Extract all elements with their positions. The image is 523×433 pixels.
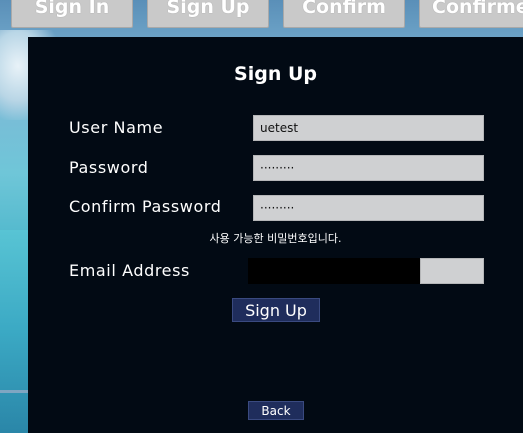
signup-panel: Sign Up User Name Password Confirm Passw…: [28, 37, 523, 433]
tab-confirm[interactable]: Confirm: [283, 0, 405, 28]
email-field-visible[interactable]: [420, 258, 484, 284]
background-pier: [0, 390, 30, 393]
password-valid-hint: 사용 가능한 비밀번호입니다.: [209, 232, 342, 245]
tab-confirmed[interactable]: Confirmed: [419, 0, 523, 28]
email-redaction: [248, 258, 420, 284]
tab-sign-up[interactable]: Sign Up: [147, 0, 269, 28]
confirm-password-label: Confirm Password: [69, 197, 222, 216]
username-field[interactable]: [253, 115, 484, 141]
confirm-password-field[interactable]: [253, 195, 484, 221]
back-button[interactable]: Back: [248, 401, 304, 420]
email-label: Email Address: [69, 261, 190, 280]
password-field[interactable]: [253, 155, 484, 181]
sign-up-button[interactable]: Sign Up: [232, 298, 320, 322]
email-field[interactable]: [248, 258, 484, 284]
username-label: User Name: [69, 118, 164, 137]
page-title: Sign Up: [234, 63, 317, 85]
tab-sign-in[interactable]: Sign In: [11, 0, 133, 28]
password-label: Password: [69, 158, 149, 177]
